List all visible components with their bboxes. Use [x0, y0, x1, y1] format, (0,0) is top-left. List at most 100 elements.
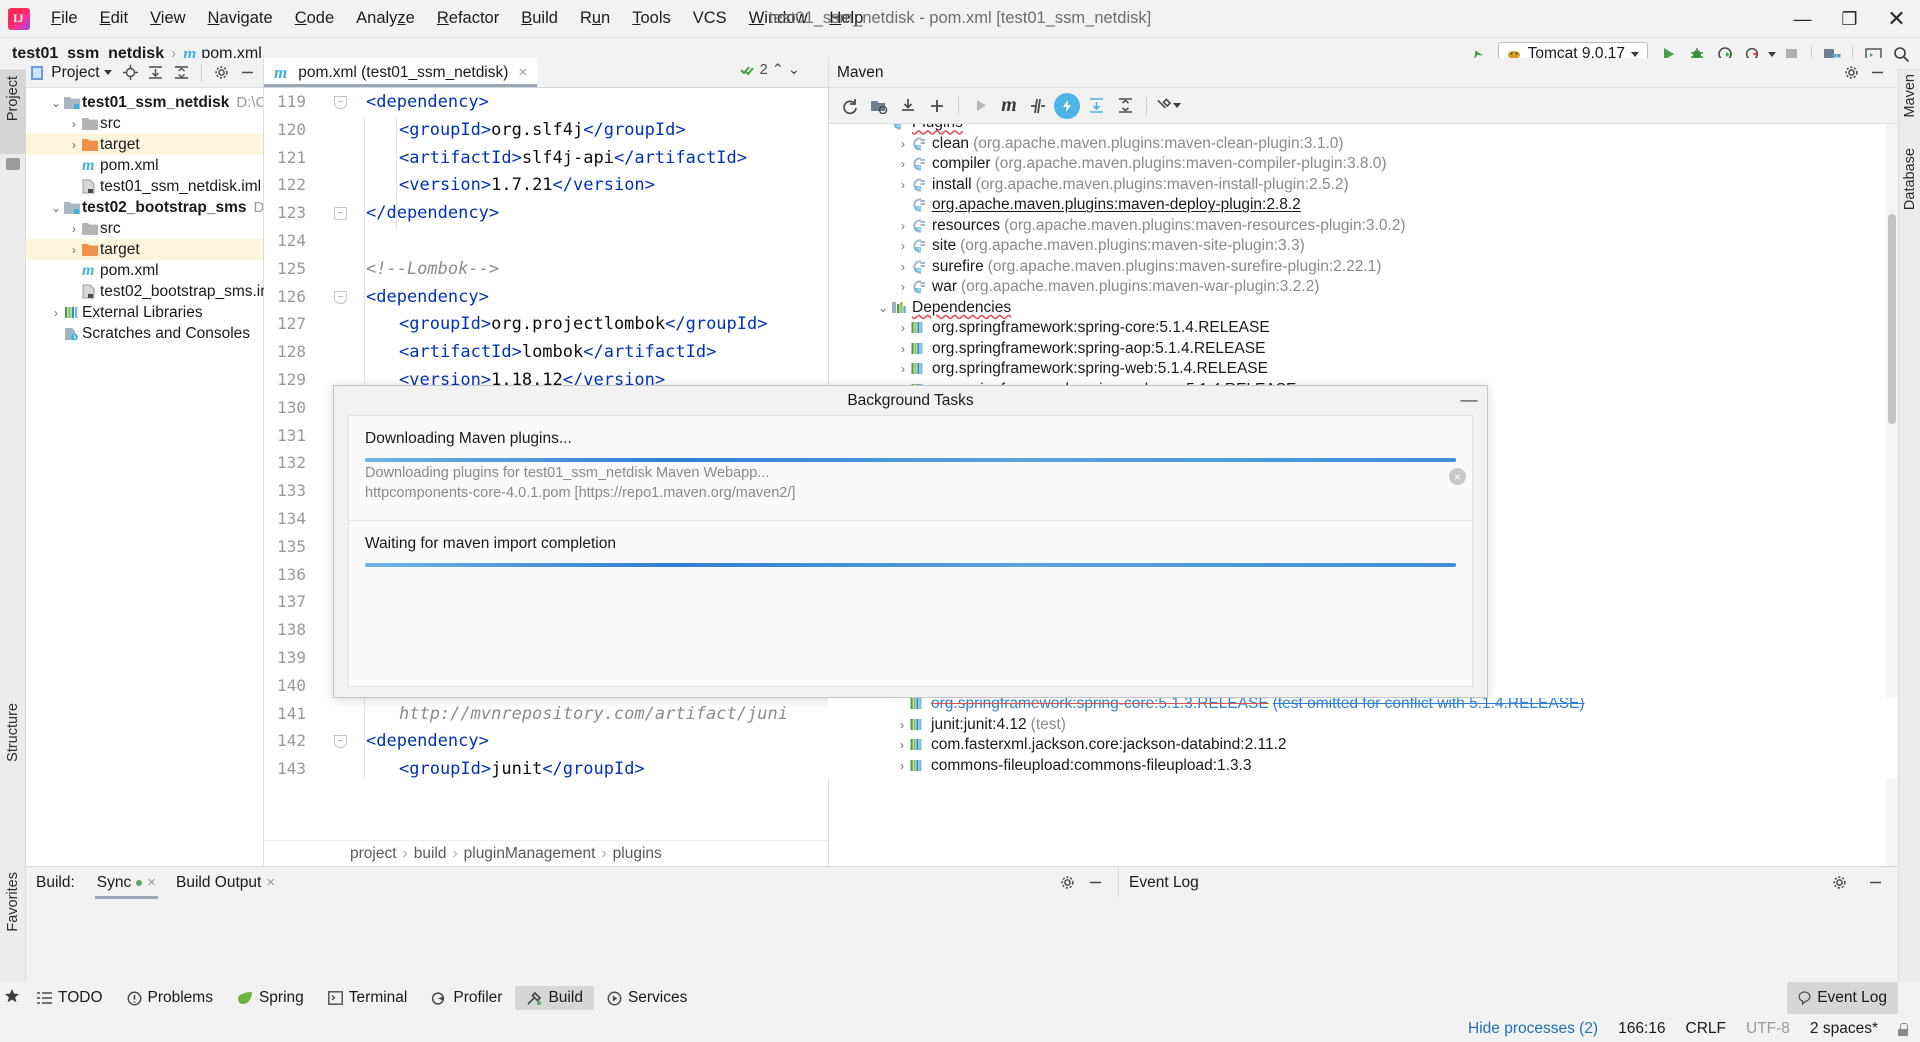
- generate-sources-icon[interactable]: [866, 93, 892, 119]
- maven-tree-lower[interactable]: org.springframework:spring-core:5.1.3.RE…: [828, 698, 1898, 778]
- collapse-all-icon[interactable]: [171, 60, 193, 86]
- project-tree-item-target[interactable]: › target: [26, 134, 263, 155]
- maven-tree-item-org-springframework-spring-web-5-1-4-release[interactable]: › org.springframework:spring-web:5.1.4.RE…: [829, 359, 1886, 380]
- toggle-offline-icon[interactable]: [1025, 93, 1051, 119]
- code-line[interactable]: <dependency>: [366, 731, 489, 751]
- menu-item-refactor[interactable]: Refactor: [426, 5, 510, 32]
- hide-icon[interactable]: [1862, 870, 1888, 896]
- caret-position[interactable]: 166:16: [1618, 1020, 1665, 1038]
- menu-item-navigate[interactable]: Navigate: [197, 5, 284, 32]
- add-maven-project-icon[interactable]: [924, 93, 950, 119]
- chevron-right-icon[interactable]: ›: [48, 306, 64, 320]
- menu-item-analyze[interactable]: Analyze: [345, 5, 426, 32]
- tool-window-button-todo[interactable]: TODO: [26, 986, 114, 1010]
- chevron-right-icon[interactable]: ›: [894, 759, 910, 773]
- tool-window-button-spring[interactable]: Spring: [226, 986, 315, 1010]
- chevron-down-icon[interactable]: ⌄: [48, 201, 64, 215]
- menu-item-view[interactable]: View: [139, 5, 196, 32]
- chevron-right-icon[interactable]: ›: [894, 718, 910, 732]
- line-separator[interactable]: CRLF: [1686, 1020, 1726, 1038]
- build-tab-build-output[interactable]: Build Output ×: [166, 867, 285, 899]
- code-fold-toggle[interactable]: −: [334, 207, 347, 221]
- sidebar-item-favorites[interactable]: Favorites: [0, 872, 26, 932]
- close-icon[interactable]: ×: [147, 874, 156, 891]
- project-tree-item-test02-bootstrap-sms-iml[interactable]: test02_bootstrap_sms.iml: [26, 281, 277, 302]
- menu-item-help[interactable]: Help: [818, 5, 874, 32]
- project-tree-item-test01-ssm-netdisk[interactable]: ⌄ test01_ssm_netdisk D:\Code\Jav: [26, 92, 263, 113]
- code-line[interactable]: <groupId>junit</groupId>: [399, 759, 645, 779]
- project-tree-item-test01-ssm-netdisk-iml[interactable]: test01_ssm_netdisk.iml: [26, 176, 263, 197]
- editor-tab-pom-xml[interactable]: m pom.xml (test01_ssm_netdisk) ×: [264, 58, 538, 87]
- unlocked-icon[interactable]: [1898, 1022, 1908, 1036]
- cancel-task-button[interactable]: ×: [1449, 468, 1466, 485]
- project-tree-item-src[interactable]: › src: [26, 113, 263, 134]
- project-tree[interactable]: ⌄ test01_ssm_netdisk D:\Code\Jav › src › targe…: [26, 88, 277, 344]
- maven-tree-item-com-fasterxml-jackson-core-jackson-databind-2-11-2[interactable]: › com.fasterxml.jackson.core:jackson-data…: [828, 735, 1898, 756]
- sidebar-item-structure[interactable]: Structure: [0, 703, 26, 762]
- editor-breadcrumb-plugins[interactable]: plugins: [613, 845, 662, 863]
- minimize-icon[interactable]: —: [1461, 390, 1478, 409]
- menu-item-build[interactable]: Build: [510, 5, 569, 32]
- maven-tree-item-org-apache-maven-plugins-maven-deploy-plugin-2-8-2[interactable]: m org.apache.maven.plugins:maven-deploy-p…: [829, 195, 1886, 216]
- code-line[interactable]: <dependency>: [366, 287, 489, 307]
- code-line[interactable]: <artifactId>lombok</artifactId>: [399, 342, 716, 362]
- sidebar-item-project[interactable]: Project: [0, 70, 26, 154]
- menu-item-run[interactable]: Run: [569, 5, 621, 32]
- code-line[interactable]: <groupId>org.slf4j</groupId>: [399, 120, 686, 140]
- code-line[interactable]: <groupId>org.projectlombok</groupId>: [399, 314, 767, 334]
- menu-item-file[interactable]: File: [40, 5, 89, 32]
- chevron-right-icon[interactable]: ›: [895, 239, 911, 253]
- maven-tree-item-install[interactable]: › m install (org.apache.maven.plugins:maven…: [829, 175, 1886, 196]
- chevron-right-icon[interactable]: ›: [66, 117, 82, 131]
- chevron-right-icon[interactable]: ›: [895, 342, 911, 356]
- project-tree-item-pom-xml[interactable]: m pom.xml: [26, 260, 263, 281]
- chevron-right-icon[interactable]: ›: [66, 243, 82, 257]
- inspection-prev-button[interactable]: ⌃: [772, 62, 784, 78]
- minimize-button[interactable]: —: [1779, 0, 1826, 38]
- maven-tree-item-site[interactable]: › m site (org.apache.maven.plugins:maven-si…: [829, 236, 1886, 257]
- download-sources-icon[interactable]: [895, 93, 921, 119]
- editor-breadcrumb-project[interactable]: project: [350, 845, 397, 863]
- chevron-right-icon[interactable]: ›: [894, 738, 910, 752]
- chevron-right-icon[interactable]: ›: [895, 137, 911, 151]
- expand-all-icon[interactable]: [145, 60, 167, 86]
- maximize-button[interactable]: ❐: [1826, 0, 1873, 38]
- maven-tree-item-commons-fileupload-commons-fileupload-1-3-3[interactable]: › commons-fileupload:commons-fileupload:1…: [828, 756, 1898, 777]
- sidebar-item-database[interactable]: Database: [1899, 148, 1920, 210]
- editor-breadcrumb-build[interactable]: build: [414, 845, 447, 863]
- code-fold-toggle[interactable]: −: [334, 290, 347, 304]
- project-tree-item-scratches-and-consoles[interactable]: Scratches and Consoles: [26, 323, 263, 344]
- gear-icon[interactable]: [211, 60, 233, 86]
- favorites-star-icon[interactable]: [4, 988, 20, 1009]
- gear-icon[interactable]: [1826, 870, 1852, 896]
- profiler-chevron-down-icon[interactable]: [1768, 51, 1776, 57]
- sidebar-item-maven[interactable]: Maven: [1899, 74, 1920, 118]
- execute-maven-goal-icon[interactable]: m: [996, 93, 1022, 119]
- maven-tree-item-org-springframework-spring-aop-5-1-4-release[interactable]: › org.springframework:spring-aop:5.1.4.RE…: [829, 339, 1886, 360]
- run-goal-icon[interactable]: [967, 93, 993, 119]
- chevron-down-icon[interactable]: ⌄: [875, 301, 891, 315]
- hide-icon[interactable]: [1082, 870, 1108, 896]
- chevron-right-icon[interactable]: ›: [66, 138, 82, 152]
- maven-tree-item-war[interactable]: › m war (org.apache.maven.plugins:maven-war…: [829, 277, 1886, 298]
- maven-tree-item-org-springframework-spring-core-5-1-3-release[interactable]: org.springframework:spring-core:5.1.3.RE…: [828, 698, 1898, 715]
- maven-tree-item-clean[interactable]: › m clean (org.apache.maven.plugins:maven-c…: [829, 134, 1886, 155]
- project-tree-item-external-libraries[interactable]: › External Libraries: [26, 302, 263, 323]
- code-fold-toggle[interactable]: −: [334, 735, 347, 749]
- menu-item-window[interactable]: Window: [738, 5, 819, 32]
- chevron-right-icon[interactable]: ›: [895, 321, 911, 335]
- code-line[interactable]: <artifactId>slf4j-api</artifactId>: [399, 148, 747, 168]
- tool-window-button-terminal[interactable]: Terminal: [317, 986, 419, 1010]
- tool-window-buttons[interactable]: TODO Problems Spring Terminal Profiler Build S…: [26, 982, 698, 1014]
- tool-window-button-problems[interactable]: Problems: [116, 986, 224, 1010]
- project-tree-item-pom-xml[interactable]: m pom.xml: [26, 155, 263, 176]
- chevron-right-icon[interactable]: ›: [895, 157, 911, 171]
- encoding[interactable]: UTF-8: [1746, 1020, 1790, 1038]
- gear-icon[interactable]: [1838, 60, 1864, 86]
- collapse-all-icon[interactable]: [1112, 93, 1138, 119]
- reimport-icon[interactable]: [837, 93, 863, 119]
- close-button[interactable]: ✕: [1873, 0, 1920, 38]
- menu-item-vcs[interactable]: VCS: [682, 5, 738, 32]
- build-tab-sync[interactable]: Sync ×: [87, 867, 166, 899]
- indent-setting[interactable]: 2 spaces*: [1810, 1020, 1878, 1038]
